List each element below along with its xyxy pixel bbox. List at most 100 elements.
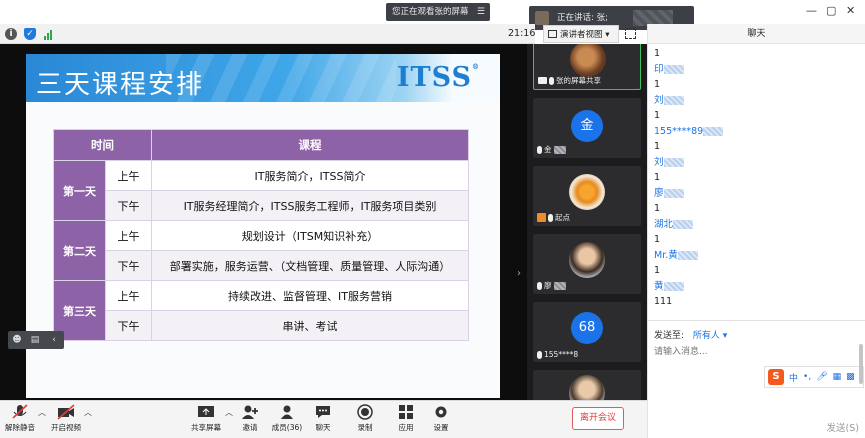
menu-icon[interactable]: ☰ xyxy=(477,3,485,21)
period-cell: 下午 xyxy=(105,190,152,221)
share-screen-button[interactable]: 共享屏幕 xyxy=(186,404,226,433)
members-icon xyxy=(278,404,296,420)
send-to-label: 发送至: xyxy=(654,331,685,341)
participant-tile[interactable]: 起点 xyxy=(533,166,641,226)
chat-sender-name: 155****89 xyxy=(654,124,854,140)
chat-message-text: 1 xyxy=(654,141,661,152)
input-method-bar[interactable]: S 中 •, 🎤︎ ▦ ▩ xyxy=(764,366,864,388)
participant-tile[interactable]: 廖 xyxy=(533,234,641,294)
avatar xyxy=(569,375,605,400)
participant-tile[interactable]: 张的屏幕共享 xyxy=(533,44,641,90)
mic-icon xyxy=(537,281,542,290)
title-bar: 您正在观看张的屏幕 ☰ 正在讲话: 张; — ▢ ✕ xyxy=(0,0,865,30)
settings-button[interactable]: 设置 xyxy=(421,404,461,433)
record-button[interactable]: 录制 xyxy=(345,404,385,433)
sogou-ime-icon[interactable]: S xyxy=(768,369,784,385)
participant-tile[interactable] xyxy=(533,370,641,400)
send-to-select[interactable]: 所有人 ▾ xyxy=(693,331,727,341)
skin-icon[interactable]: ▩ xyxy=(846,372,855,382)
apps-button[interactable]: 应用 xyxy=(386,404,426,433)
punctuation-icon[interactable]: •, xyxy=(803,372,811,382)
blurred-name xyxy=(663,157,684,167)
shield-icon[interactable]: ✓ xyxy=(24,28,36,40)
audio-options-caret[interactable]: ︿ xyxy=(38,407,46,418)
slide-title: 三天课程安排 xyxy=(36,70,205,100)
emoji-icon[interactable]: ☻ xyxy=(11,334,23,346)
course-schedule-table: 时间 课程 第一天 上午 IT服务简介，ITSS简介 下午 IT服务经理简介，I… xyxy=(53,129,469,341)
ime-language-toggle[interactable]: 中 xyxy=(789,371,798,384)
slide-header: 三天课程安排 ITSS® xyxy=(26,54,500,102)
chat-panel-title: 聊天 xyxy=(648,24,865,44)
fullscreen-icon[interactable] xyxy=(625,28,636,39)
chat-message-text: 1 xyxy=(654,203,661,214)
course-cell: 部署实施，服务运营、（文档管理、质量管理、人际沟通） xyxy=(151,250,469,281)
record-icon xyxy=(356,404,374,420)
avatar xyxy=(569,242,605,278)
presentation-slide: 三天课程安排 ITSS® 时间 课程 第一天 上午 IT服务简介，ITSS简介 … xyxy=(26,54,500,398)
chat-sender-name: 廖 xyxy=(654,186,854,202)
chat-message-input[interactable] xyxy=(654,344,854,360)
avatar xyxy=(569,174,605,210)
blurred-name xyxy=(663,64,684,74)
chat-sender-name: 刘 xyxy=(654,93,854,109)
info-icon[interactable]: i xyxy=(5,28,17,40)
view-mode-button[interactable]: 演讲者视图 ▾ xyxy=(543,25,619,43)
unmute-button[interactable]: 解除静音 xyxy=(0,404,40,433)
chat-message-text: 111 xyxy=(654,296,673,307)
course-cell: IT服务经理简介，ITSS服务工程师，IT服务项目类别 xyxy=(151,190,469,221)
start-video-button[interactable]: 开启视频 xyxy=(46,404,86,433)
day-cell: 第二天 xyxy=(53,220,106,281)
participant-label: 金 xyxy=(537,144,566,155)
user-icon xyxy=(537,213,546,222)
video-options-caret[interactable]: ︿ xyxy=(84,407,92,418)
participant-label: 155****8 xyxy=(537,350,578,359)
participant-tile[interactable]: 金 金 xyxy=(533,98,641,158)
blurred-name xyxy=(663,95,684,105)
course-cell: 规划设计（ITSM知识补充） xyxy=(151,220,469,251)
chat-message-text: 1 xyxy=(654,110,661,121)
collapse-icon[interactable]: ‹ xyxy=(48,334,60,346)
participant-tile[interactable]: 68 155****8 xyxy=(533,302,641,362)
share-screen-icon xyxy=(197,404,215,420)
participant-label: 张的屏幕共享 xyxy=(538,75,601,86)
period-cell: 上午 xyxy=(105,160,152,191)
period-cell: 下午 xyxy=(105,310,152,341)
keyboard-icon[interactable]: ▦ xyxy=(833,372,842,382)
annotation-icon[interactable]: ▤ xyxy=(29,334,41,346)
invite-button[interactable]: 邀请 xyxy=(230,404,270,433)
screen-share-status-pill[interactable]: 您正在观看张的屏幕 ☰ xyxy=(386,3,490,21)
chat-panel: 聊天 1 印 1 刘 1 155****89 1 刘 1 廖 1 湖北 1 Mr.黄 1 黄 111 发送至: … xyxy=(647,24,865,438)
mic-icon xyxy=(537,350,542,359)
itss-logo: ITSS® xyxy=(396,62,480,93)
chat-button[interactable]: 聊天 xyxy=(303,404,343,433)
muted-mic-icon xyxy=(11,404,29,420)
period-cell: 上午 xyxy=(105,280,152,311)
screen-share-icon xyxy=(538,77,547,84)
participant-label: 廖 xyxy=(537,280,566,291)
meeting-status-row: i ✓ 21:16 xyxy=(0,24,535,44)
apps-icon xyxy=(397,404,415,420)
send-button[interactable]: 发送(S) xyxy=(827,420,859,434)
sharing-status-text: 您正在观看张的屏幕 xyxy=(392,7,469,17)
close-icon[interactable]: ✕ xyxy=(846,4,855,17)
signal-icon[interactable] xyxy=(43,28,55,40)
members-button[interactable]: 成员(36) xyxy=(267,404,307,433)
avatar xyxy=(570,44,606,77)
chat-scrollbar[interactable] xyxy=(859,344,863,384)
floating-toolbar[interactable]: ☻ ▤ ‹ xyxy=(8,331,64,349)
avatar xyxy=(535,11,549,25)
send-to-row: 发送至: 所有人 ▾ xyxy=(654,328,727,341)
period-cell: 上午 xyxy=(105,220,152,251)
avatar: 金 xyxy=(571,110,603,142)
add-user-icon xyxy=(241,404,259,420)
minimize-icon[interactable]: — xyxy=(806,4,817,17)
chat-sender-name: Mr.黄 xyxy=(654,248,854,264)
maximize-icon[interactable]: ▢ xyxy=(826,4,836,17)
meeting-clock: 21:16 xyxy=(508,28,536,39)
grid-icon xyxy=(548,30,557,38)
microphone-icon[interactable]: 🎤︎ xyxy=(816,372,827,382)
chevron-right-icon[interactable]: › xyxy=(517,268,521,279)
chat-sender-name: 黄 xyxy=(654,279,854,295)
mic-icon xyxy=(537,145,542,154)
leave-meeting-button[interactable]: 离开会议 xyxy=(572,407,624,430)
